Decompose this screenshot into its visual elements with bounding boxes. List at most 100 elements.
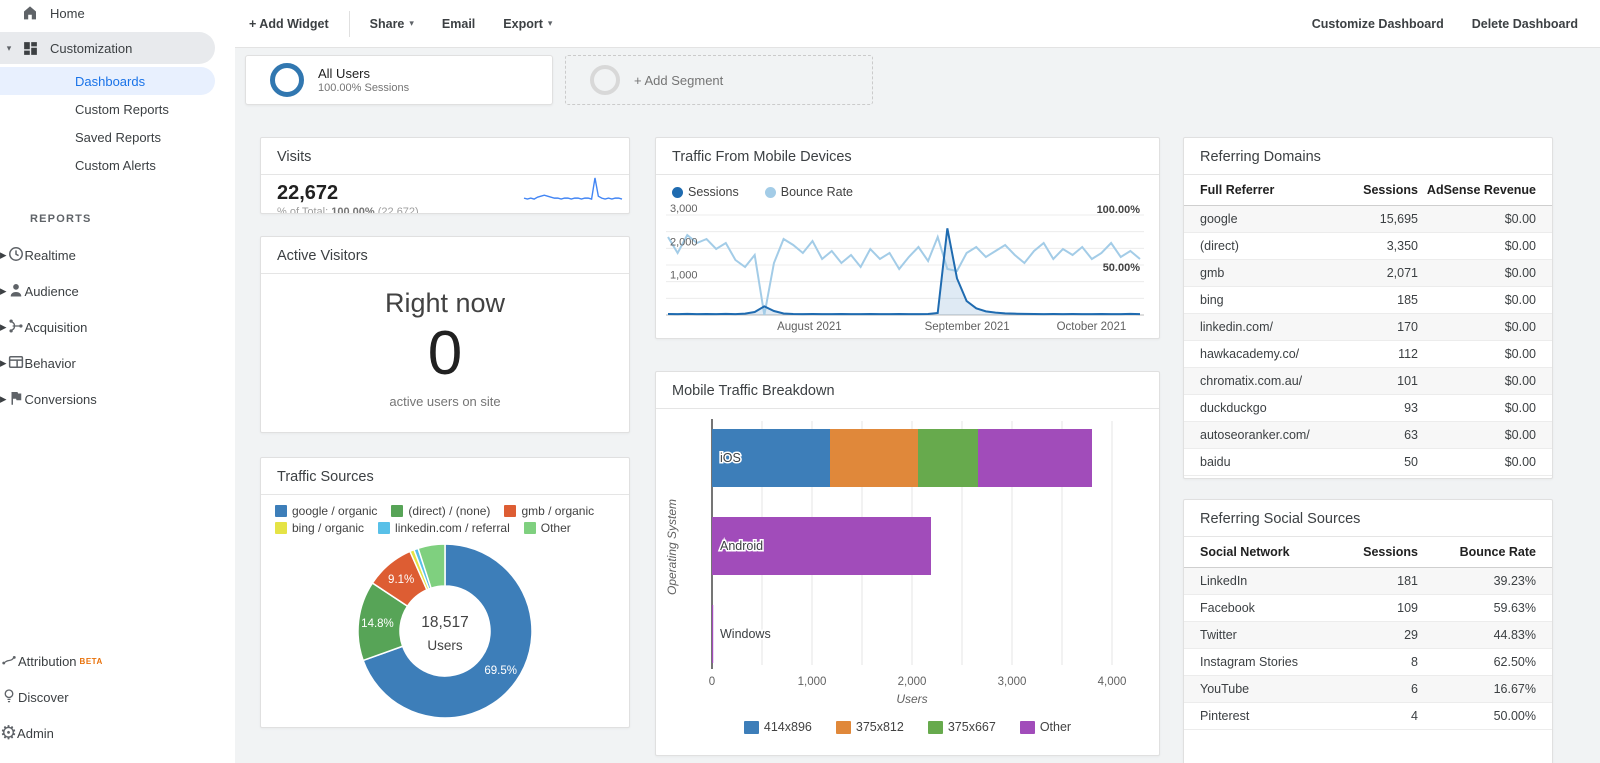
sidebar-item-label: Acquisition xyxy=(25,320,88,335)
mobile-breakdown-legend: 414x896375x812375x667Other xyxy=(656,718,1159,734)
referring-social-table: Social NetworkSessionsBounce RateLinkedI… xyxy=(1184,537,1552,730)
widget-referring-domains: Referring Domains Full ReferrerSessionsA… xyxy=(1183,137,1553,479)
cell: Instagram Stories xyxy=(1200,655,1330,669)
export-button[interactable]: Export ▾ xyxy=(489,17,566,31)
sidebar-item-customization[interactable]: ▾ Customization xyxy=(0,32,215,64)
sidebar-item-admin[interactable]: ⚙ Admin xyxy=(0,715,235,751)
cell: 170 xyxy=(1330,320,1418,334)
svg-text:100.00%: 100.00% xyxy=(1097,204,1141,216)
cell: 39.23% xyxy=(1418,574,1536,588)
sidebar-item-realtime[interactable]: ▸ Realtime xyxy=(0,237,235,273)
sidebar-item-discover[interactable]: Discover xyxy=(0,679,235,715)
svg-text:October 2021: October 2021 xyxy=(1057,321,1127,333)
home-icon xyxy=(20,3,40,23)
table-row: duckduckgo93$0.00 xyxy=(1184,395,1552,422)
sidebar-item-audience[interactable]: ▸ Audience xyxy=(0,273,235,309)
add-segment-button[interactable]: + Add Segment xyxy=(565,55,873,105)
widget-mobile-breakdown: Mobile Traffic Breakdown iOSAndroidWindo… xyxy=(655,371,1160,756)
segment-subtitle: 100.00% Sessions xyxy=(318,82,409,94)
legend-swatch xyxy=(391,505,403,517)
cell: LinkedIn xyxy=(1200,574,1330,588)
sidebar: Home ▾ Customization Dashboards Custom R… xyxy=(0,0,235,763)
email-button[interactable]: Email xyxy=(428,17,489,31)
sidebar-item-attribution[interactable]: Attribution BETA xyxy=(0,643,235,679)
cell: autoseoranker.com/ xyxy=(1200,428,1330,442)
active-users-value: 0 xyxy=(261,321,629,386)
dashboard-content: All Users 100.00% Sessions + Add Segment… xyxy=(235,47,1600,763)
window-icon xyxy=(7,353,25,374)
svg-text:August 2021: August 2021 xyxy=(777,321,842,333)
svg-text:iOS: iOS xyxy=(720,451,741,465)
table-row: Instagram Stories862.50% xyxy=(1184,649,1552,676)
cell: 16.67% xyxy=(1418,682,1536,696)
sidebar-item-dashboards[interactable]: Dashboards xyxy=(0,67,215,95)
share-button[interactable]: Share ▾ xyxy=(356,17,428,31)
chevron-down-icon: ▾ xyxy=(548,18,553,29)
widget-title: Traffic Sources xyxy=(261,458,629,495)
clock-icon xyxy=(7,245,25,266)
legend-swatch xyxy=(524,522,536,534)
svg-text:1,000: 1,000 xyxy=(798,676,827,688)
legend-item: gmb / organic xyxy=(504,504,594,518)
cell: gmb xyxy=(1200,266,1330,280)
column-header: Full Referrer xyxy=(1200,183,1330,197)
sidebar-item-behavior[interactable]: ▸ Behavior xyxy=(0,345,235,381)
share-icon xyxy=(7,317,25,338)
column-header: Sessions xyxy=(1330,545,1418,559)
widget-visits: Visits 22,672 % of Total: 100.00% (22,67… xyxy=(260,137,630,214)
sidebar-item-acquisition[interactable]: ▸ Acquisition xyxy=(0,309,235,345)
add-widget-button[interactable]: + Add Widget xyxy=(235,17,343,31)
widget-title: Active Visitors xyxy=(261,237,629,274)
table-row: google15,695$0.00 xyxy=(1184,206,1552,233)
dashboard-toolbar: + Add Widget Share ▾ Email Export ▾ Cust… xyxy=(235,0,1600,48)
sidebar-item-saved-reports[interactable]: Saved Reports xyxy=(0,123,235,151)
traffic-sources-donut-chart: 69.5%14.8%9.1%18,517Users xyxy=(261,535,629,727)
cell: 101 xyxy=(1330,374,1418,388)
cell: 15,695 xyxy=(1330,212,1418,226)
table-row: baidu50$0.00 xyxy=(1184,449,1552,476)
column-header: Social Network xyxy=(1200,545,1330,559)
cell: duckduckgo xyxy=(1200,401,1330,415)
segment-all-users[interactable]: All Users 100.00% Sessions xyxy=(245,55,553,105)
legend-item: bing / organic xyxy=(275,521,364,535)
sidebar-item-label: Audience xyxy=(25,284,79,299)
cell: 29 xyxy=(1330,628,1418,642)
svg-text:1,000: 1,000 xyxy=(670,270,698,282)
sidebar-item-custom-alerts[interactable]: Custom Alerts xyxy=(0,151,235,179)
delete-dashboard-button[interactable]: Delete Dashboard xyxy=(1458,17,1592,31)
cell: $0.00 xyxy=(1418,293,1536,307)
person-icon xyxy=(7,281,25,302)
cell: 185 xyxy=(1330,293,1418,307)
sidebar-item-label: Home xyxy=(50,6,85,21)
legend-swatch xyxy=(744,721,759,734)
cell: 63 xyxy=(1330,428,1418,442)
cell: 50.00% xyxy=(1418,709,1536,723)
cell: 109 xyxy=(1330,601,1418,615)
table-row: chromatix.com.au/101$0.00 xyxy=(1184,368,1552,395)
cell: 59.63% xyxy=(1418,601,1536,615)
table-row: hawkacademy.co/112$0.00 xyxy=(1184,341,1552,368)
table-row: bing185$0.00 xyxy=(1184,287,1552,314)
table-row: autoseoranker.com/63$0.00 xyxy=(1184,422,1552,449)
cell: $0.00 xyxy=(1418,455,1536,469)
svg-text:September 2021: September 2021 xyxy=(925,321,1010,333)
chevron-down-icon[interactable]: ▾ xyxy=(0,43,18,54)
sidebar-item-custom-reports[interactable]: Custom Reports xyxy=(0,95,235,123)
svg-text:Users: Users xyxy=(896,692,927,706)
sidebar-item-label: Discover xyxy=(18,690,69,705)
customize-dashboard-button[interactable]: Customize Dashboard xyxy=(1298,17,1458,31)
dashboard-icon xyxy=(20,38,40,58)
gear-icon: ⚙ xyxy=(0,724,17,743)
legend-dot xyxy=(765,187,776,198)
cell: google xyxy=(1200,212,1330,226)
sidebar-item-home[interactable]: Home xyxy=(0,0,235,26)
cell: $0.00 xyxy=(1418,374,1536,388)
sidebar-item-label: Customization xyxy=(50,41,132,56)
legend-item: Bounce Rate xyxy=(765,185,853,199)
sidebar-item-conversions[interactable]: ▸ Conversions xyxy=(0,381,235,417)
svg-text:50.00%: 50.00% xyxy=(1103,262,1141,274)
svg-text:2,000: 2,000 xyxy=(670,236,698,248)
cell: $0.00 xyxy=(1418,347,1536,361)
cell: Twitter xyxy=(1200,628,1330,642)
traffic-sources-legend: google / organic(direct) / (none)gmb / o… xyxy=(261,495,629,535)
